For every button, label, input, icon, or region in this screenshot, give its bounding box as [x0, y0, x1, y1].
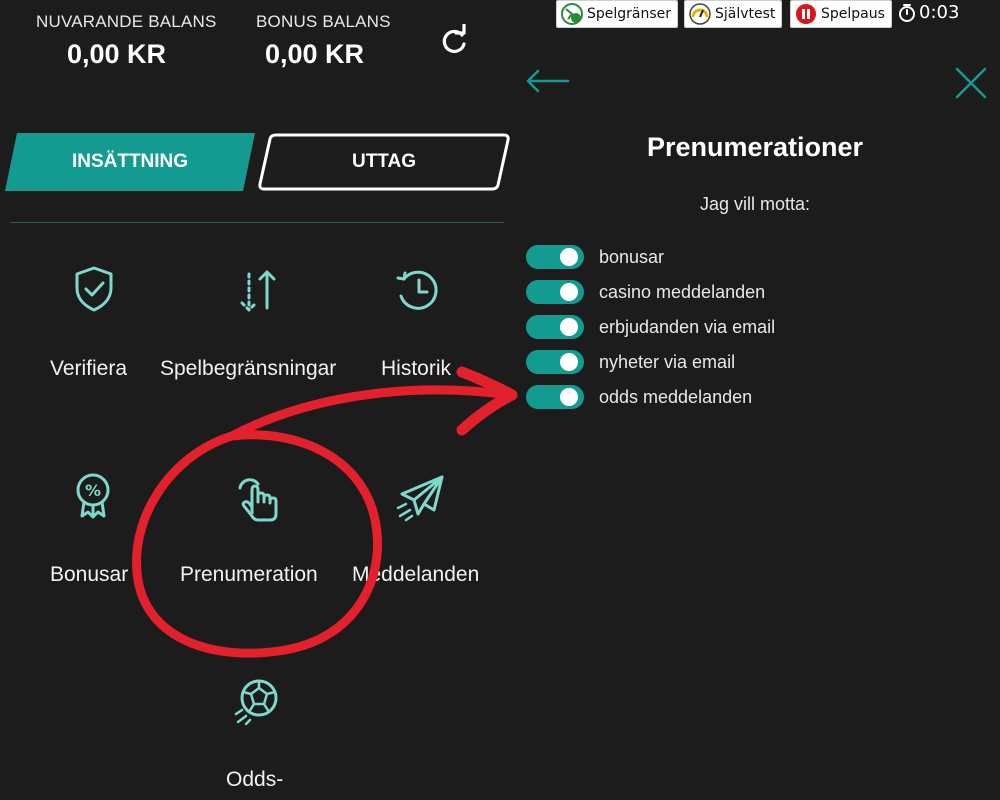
- back-button[interactable]: [524, 66, 572, 96]
- deposit-button[interactable]: INSÄTTNING: [5, 133, 255, 191]
- toggle-label: odds meddelanden: [599, 386, 753, 407]
- toggle-knob: [560, 388, 578, 406]
- toggle-knob: [560, 353, 578, 371]
- percent-badge-icon: %: [76, 473, 110, 519]
- toggle-odds[interactable]: [526, 385, 584, 409]
- annotation-arrowhead: [456, 366, 518, 436]
- toggle-row-odds: odds meddelanden: [526, 384, 752, 410]
- svg-text:%: %: [85, 481, 101, 500]
- bonus-balance-label: BONUS BALANS: [256, 12, 391, 31]
- menu-item-odds-label: Odds-: [226, 768, 284, 791]
- menu-item-bonusar-label: Bonusar: [50, 563, 129, 586]
- soccer-ball-icon: [234, 679, 278, 726]
- menu-item-meddelanden-label: Meddelanden: [352, 563, 480, 586]
- menu-item-spelbegransningar-label: Spelbegränsningar: [160, 357, 337, 380]
- spelpaus-label: Spelpaus: [821, 6, 885, 22]
- sjalvtest-label: Självtest: [715, 6, 776, 22]
- annotation-overlay: [132, 366, 518, 658]
- toggle-row-bonusar: bonusar: [526, 244, 664, 270]
- toggle-row-erbjudanden: erbjudanden via email: [526, 314, 775, 340]
- toggle-erbjudanden[interactable]: [526, 315, 584, 339]
- toggle-knob: [560, 283, 578, 301]
- toggle-bonusar[interactable]: [526, 245, 584, 269]
- toggle-label: bonusar: [599, 246, 665, 267]
- spelgranser-icon: [561, 3, 583, 25]
- sjalvtest-button[interactable]: Självtest: [684, 0, 783, 28]
- toggle-knob: [560, 318, 578, 336]
- paper-plane-icon: [396, 475, 444, 522]
- timer-value: 0:03: [919, 2, 960, 23]
- gauge-icon: [689, 3, 711, 25]
- withdraw-label: UTTAG: [351, 151, 417, 172]
- close-button[interactable]: [954, 66, 988, 100]
- withdraw-button[interactable]: UTTAG: [258, 133, 510, 191]
- toggle-label: nyheter via email: [599, 351, 736, 372]
- toggle-row-casino: casino meddelanden: [526, 279, 765, 305]
- spelpaus-button[interactable]: Spelpaus: [790, 0, 892, 28]
- toggle-nyheter[interactable]: [526, 350, 584, 374]
- subscriptions-subtitle: Jag vill motta:: [699, 194, 811, 214]
- toggle-row-nyheter: nyheter via email: [526, 349, 735, 375]
- subscriptions-title: Prenumerationer: [646, 132, 864, 162]
- refresh-icon: [442, 23, 466, 54]
- divider: [10, 222, 504, 223]
- bonus-balance-value: 0,00 KR: [265, 39, 365, 69]
- menu-item-prenumeration-label: Prenumeration: [180, 563, 318, 586]
- pause-icon: [796, 4, 816, 24]
- current-balance-label: NUVARANDE BALANS: [36, 12, 217, 31]
- arrow-left-icon: [526, 69, 570, 93]
- close-icon: [955, 67, 987, 99]
- toggle-knob: [560, 248, 578, 266]
- spelgranser-button[interactable]: Spelgränser: [556, 0, 679, 28]
- toggle-casino[interactable]: [526, 280, 584, 304]
- session-timer: 0:03: [898, 2, 959, 23]
- toggle-label: erbjudanden via email: [599, 316, 776, 337]
- shield-check-icon: [75, 266, 113, 312]
- stopwatch-icon: [899, 3, 915, 22]
- hand-tap-icon: [238, 478, 278, 522]
- annotation-arrow: [227, 385, 515, 441]
- spelgranser-label: Spelgränser: [587, 6, 672, 22]
- clock-history-icon: [396, 270, 438, 310]
- toggle-label: casino meddelanden: [599, 281, 766, 302]
- current-balance-value: 0,00 KR: [67, 39, 167, 69]
- menu-item-historik-label: Historik: [381, 357, 452, 380]
- arrows-up-down-icon: [240, 270, 276, 312]
- menu-item-verifiera-label: Verifiera: [50, 357, 128, 380]
- refresh-button[interactable]: [437, 23, 471, 58]
- deposit-label: INSÄTTNING: [71, 151, 189, 172]
